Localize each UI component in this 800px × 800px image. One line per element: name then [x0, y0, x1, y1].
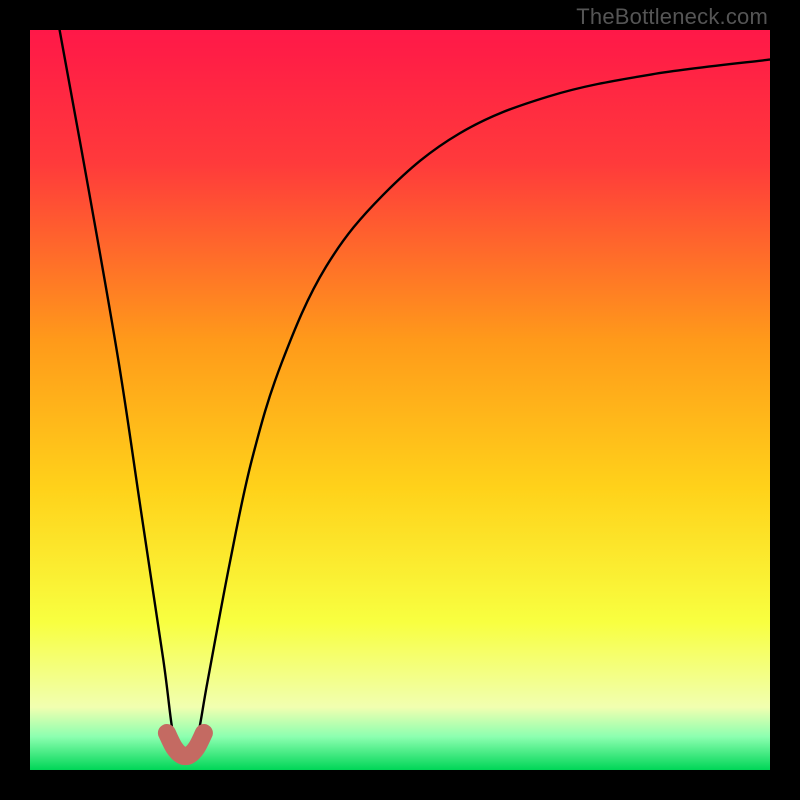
bottleneck-curve — [60, 30, 770, 755]
watermark-text: TheBottleneck.com — [576, 4, 768, 30]
chart-frame: TheBottleneck.com — [0, 0, 800, 800]
curve-layer — [30, 30, 770, 770]
dip-region-marker — [167, 733, 204, 756]
plot-area — [30, 30, 770, 770]
